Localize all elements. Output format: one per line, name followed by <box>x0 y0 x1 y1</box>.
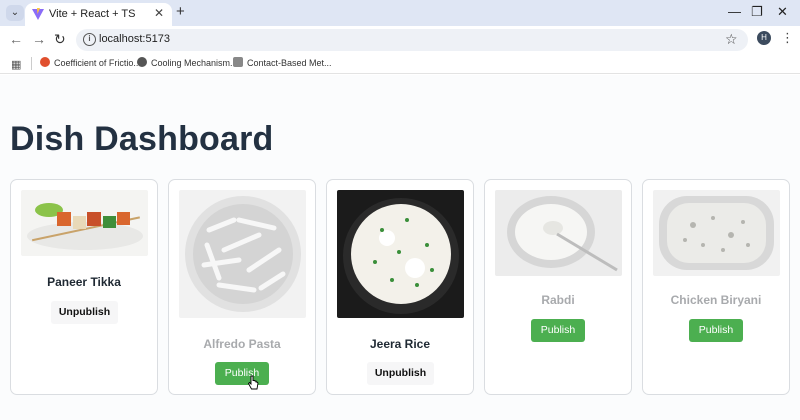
dish-image <box>21 190 148 256</box>
vite-logo-icon <box>32 8 44 20</box>
hand-cursor-icon <box>247 375 259 390</box>
forward-icon[interactable]: → <box>32 31 46 47</box>
dish-name: Rabdi <box>541 293 575 307</box>
bookmark-item[interactable]: Coefficient of Frictio... <box>40 57 141 68</box>
dish-card: Rabdi Publish <box>484 179 632 395</box>
new-tab-icon[interactable]: + <box>176 3 185 20</box>
unpublish-button[interactable]: Unpublish <box>367 362 434 385</box>
tab-strip: ⌄ Vite + React + TS ✕ + — ❐ ✕ <box>0 0 800 26</box>
publish-button[interactable]: Publish <box>689 319 743 342</box>
browser-tab[interactable]: Vite + React + TS ✕ <box>25 3 172 26</box>
reload-icon[interactable]: ↻ <box>54 31 66 48</box>
dish-card: Chicken Biryani Publish <box>642 179 790 395</box>
apps-grid-icon[interactable]: ▦ <box>11 58 21 71</box>
close-window-icon[interactable]: ✕ <box>777 4 788 20</box>
address-bar[interactable]: i localhost:5173 ☆ <box>76 29 748 51</box>
back-icon[interactable]: ← <box>9 31 23 47</box>
page-content: Dish Dashboard Paneer Tikka Unpublish Al… <box>0 75 800 420</box>
publish-button[interactable]: Publish <box>531 319 585 342</box>
bookmark-star-icon[interactable]: ☆ <box>725 31 738 48</box>
profile-avatar[interactable]: H <box>757 31 771 45</box>
dish-image <box>337 190 464 318</box>
divider <box>31 57 32 70</box>
page-title: Dish Dashboard <box>10 120 274 158</box>
bookmark-favicon-icon <box>40 57 50 67</box>
close-tab-icon[interactable]: ✕ <box>154 6 164 20</box>
dish-name: Chicken Biryani <box>670 293 762 307</box>
globe-icon <box>137 57 147 67</box>
dish-card: Paneer Tikka Unpublish <box>10 179 158 395</box>
dish-card: Jeera Rice Unpublish <box>326 179 474 395</box>
bookmark-item[interactable]: Cooling Mechanism... <box>137 57 238 68</box>
site-info-icon[interactable]: i <box>83 33 96 46</box>
dish-name: Paneer Tikka <box>47 275 121 289</box>
minimize-icon[interactable]: — <box>728 4 741 19</box>
browser-toolbar: ← → ↻ i localhost:5173 ☆ <box>0 26 800 53</box>
url-text: localhost:5173 <box>99 33 170 45</box>
dish-image <box>179 190 306 318</box>
tab-title: Vite + React + TS <box>49 8 136 20</box>
tab-search-button[interactable]: ⌄ <box>6 5 24 21</box>
bookmark-item[interactable]: Contact-Based Met... <box>233 57 332 68</box>
unpublish-button[interactable]: Unpublish <box>51 301 118 324</box>
menu-icon[interactable]: ⋮ <box>781 30 794 46</box>
dish-name: Jeera Rice <box>369 337 431 351</box>
dish-card: Alfredo Pasta Publish <box>168 179 316 395</box>
publish-button[interactable]: Publish <box>215 362 269 385</box>
dish-image <box>495 190 622 276</box>
restore-icon[interactable]: ❐ <box>751 4 763 20</box>
bookmarks-bar: ▦ Coefficient of Frictio... Cooling Mech… <box>0 53 800 74</box>
dish-image <box>653 190 780 276</box>
bookmark-favicon-icon <box>233 57 243 67</box>
dish-name: Alfredo Pasta <box>203 337 281 351</box>
